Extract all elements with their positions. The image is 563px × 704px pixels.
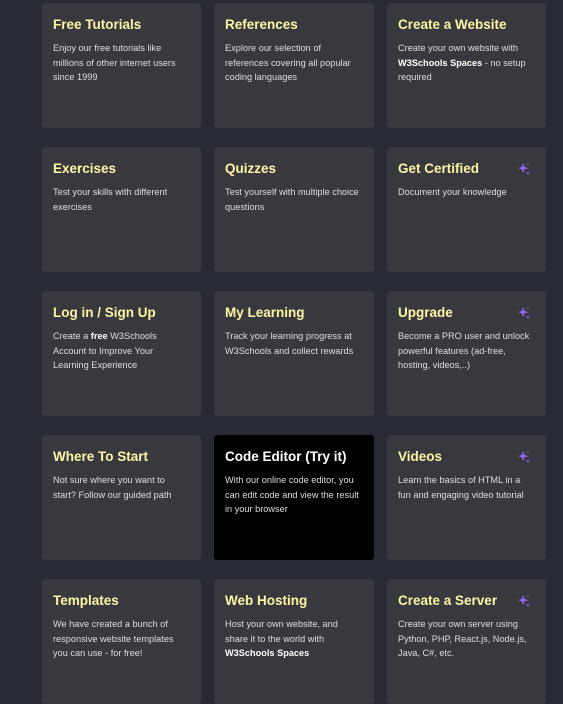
card-title: Free Tutorials: [53, 17, 142, 32]
page-background: Free Tutorials Enjoy our free tutorials …: [0, 0, 563, 704]
card-templates[interactable]: Templates We have created a bunch of res…: [42, 579, 201, 704]
card-web-hosting[interactable]: Web Hosting Host your own website, and s…: [214, 579, 374, 704]
card-description: Document your knowledge: [398, 187, 507, 197]
card-description: Test your skills with different exercise…: [53, 187, 168, 212]
card-exercises[interactable]: Exercises Test your skills with differen…: [42, 147, 201, 272]
sparkle-icon: [517, 162, 530, 175]
card-create-a-server[interactable]: Create a Server Create your own server u…: [387, 579, 546, 704]
sparkle-icon: [517, 594, 530, 607]
card-description: We have created a bunch of responsive we…: [53, 619, 174, 658]
card-description: Create your own website with W3Schools S…: [398, 41, 535, 85]
card-description: Explore our selection of references cove…: [225, 43, 351, 82]
card-title: Create a Server: [398, 593, 498, 608]
card-description: Track your learning progress at W3School…: [225, 331, 354, 356]
card-description: Enjoy our free tutorials like millions o…: [53, 43, 176, 82]
card-title: Get Certified: [398, 161, 480, 176]
card-grid: Free Tutorials Enjoy our free tutorials …: [42, 3, 546, 704]
card-title: Create a Website: [398, 17, 507, 32]
card-title: My Learning: [225, 305, 305, 320]
card-my-learning[interactable]: My Learning Track your learning progress…: [214, 291, 374, 416]
card-get-certified[interactable]: Get Certified Document your knowledge: [387, 147, 546, 272]
card-where-to-start[interactable]: Where To Start Not sure where you want t…: [42, 435, 201, 560]
card-upgrade[interactable]: Upgrade Become a PRO user and unlock pow…: [387, 291, 546, 416]
card-title: Code Editor (Try it): [225, 449, 347, 464]
desc-text: Create your own website with: [398, 43, 519, 53]
card-title: Exercises: [53, 161, 117, 176]
card-description: Test yourself with multiple choice quest…: [225, 187, 359, 212]
sparkle-icon: [517, 306, 530, 319]
card-description: Create a free W3Schools Account to Impro…: [53, 329, 190, 373]
desc-bold-text: free: [90, 331, 108, 341]
card-title: Templates: [53, 593, 119, 608]
card-references[interactable]: References Explore our selection of refe…: [214, 3, 374, 128]
card-description: Host your own website, and share it to t…: [225, 617, 363, 661]
desc-text: Create a: [53, 331, 91, 341]
card-title: References: [225, 17, 298, 32]
card-free-tutorials[interactable]: Free Tutorials Enjoy our free tutorials …: [42, 3, 201, 128]
card-title: Log in / Sign Up: [53, 305, 156, 320]
sparkle-icon: [517, 450, 530, 463]
card-description: With our online code editor, you can edi…: [225, 475, 359, 514]
card-description: Create your own server using Python, PHP…: [398, 619, 527, 658]
card-log-in-sign-up[interactable]: Log in / Sign Up Create a free W3Schools…: [42, 291, 201, 416]
card-create-a-website[interactable]: Create a Website Create your own website…: [387, 3, 546, 128]
card-title: Videos: [398, 449, 443, 464]
card-description: Become a PRO user and unlock powerful fe…: [398, 331, 530, 370]
card-title: Upgrade: [398, 305, 453, 320]
desc-bold-text: W3Schools Spaces: [225, 648, 310, 658]
card-quizzes[interactable]: Quizzes Test yourself with multiple choi…: [214, 147, 374, 272]
card-title: Quizzes: [225, 161, 277, 176]
card-description: Not sure where you want to start? Follow…: [53, 475, 172, 500]
card-title: Where To Start: [53, 449, 149, 464]
card-description: Learn the basics of HTML in a fun and en…: [398, 475, 524, 500]
card-code-editor[interactable]: Code Editor (Try it) With our online cod…: [214, 435, 374, 560]
desc-text: Host your own website, and share it to t…: [225, 619, 338, 644]
desc-bold-text: W3Schools Spaces: [398, 57, 483, 68]
card-title: Web Hosting: [225, 593, 308, 608]
card-videos[interactable]: Videos Learn the basics of HTML in a fun…: [387, 435, 546, 560]
